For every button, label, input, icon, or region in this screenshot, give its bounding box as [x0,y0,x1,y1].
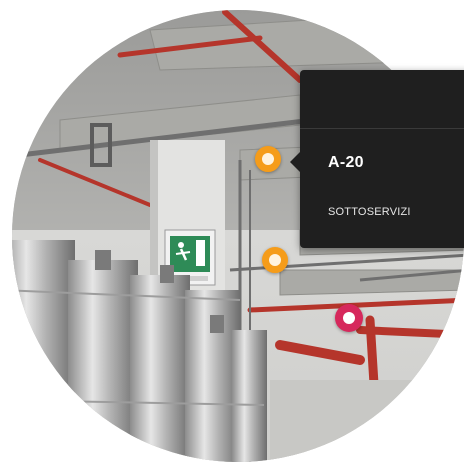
popup-header [300,70,464,129]
popup-pointer [290,152,300,172]
popup-subtitle: SOTTOSERVIZI [328,206,411,218]
poi-marker-orange[interactable] [262,247,288,273]
popup-title: A-20 [328,154,364,171]
poi-marker-pink[interactable] [335,304,363,332]
poi-info-popup[interactable]: A-20 SOTTOSERVIZI [290,70,464,248]
floor-area [270,380,464,462]
poi-marker-a20[interactable] [255,146,281,172]
app-stage: A-20 SOTTOSERVIZI [0,0,464,464]
